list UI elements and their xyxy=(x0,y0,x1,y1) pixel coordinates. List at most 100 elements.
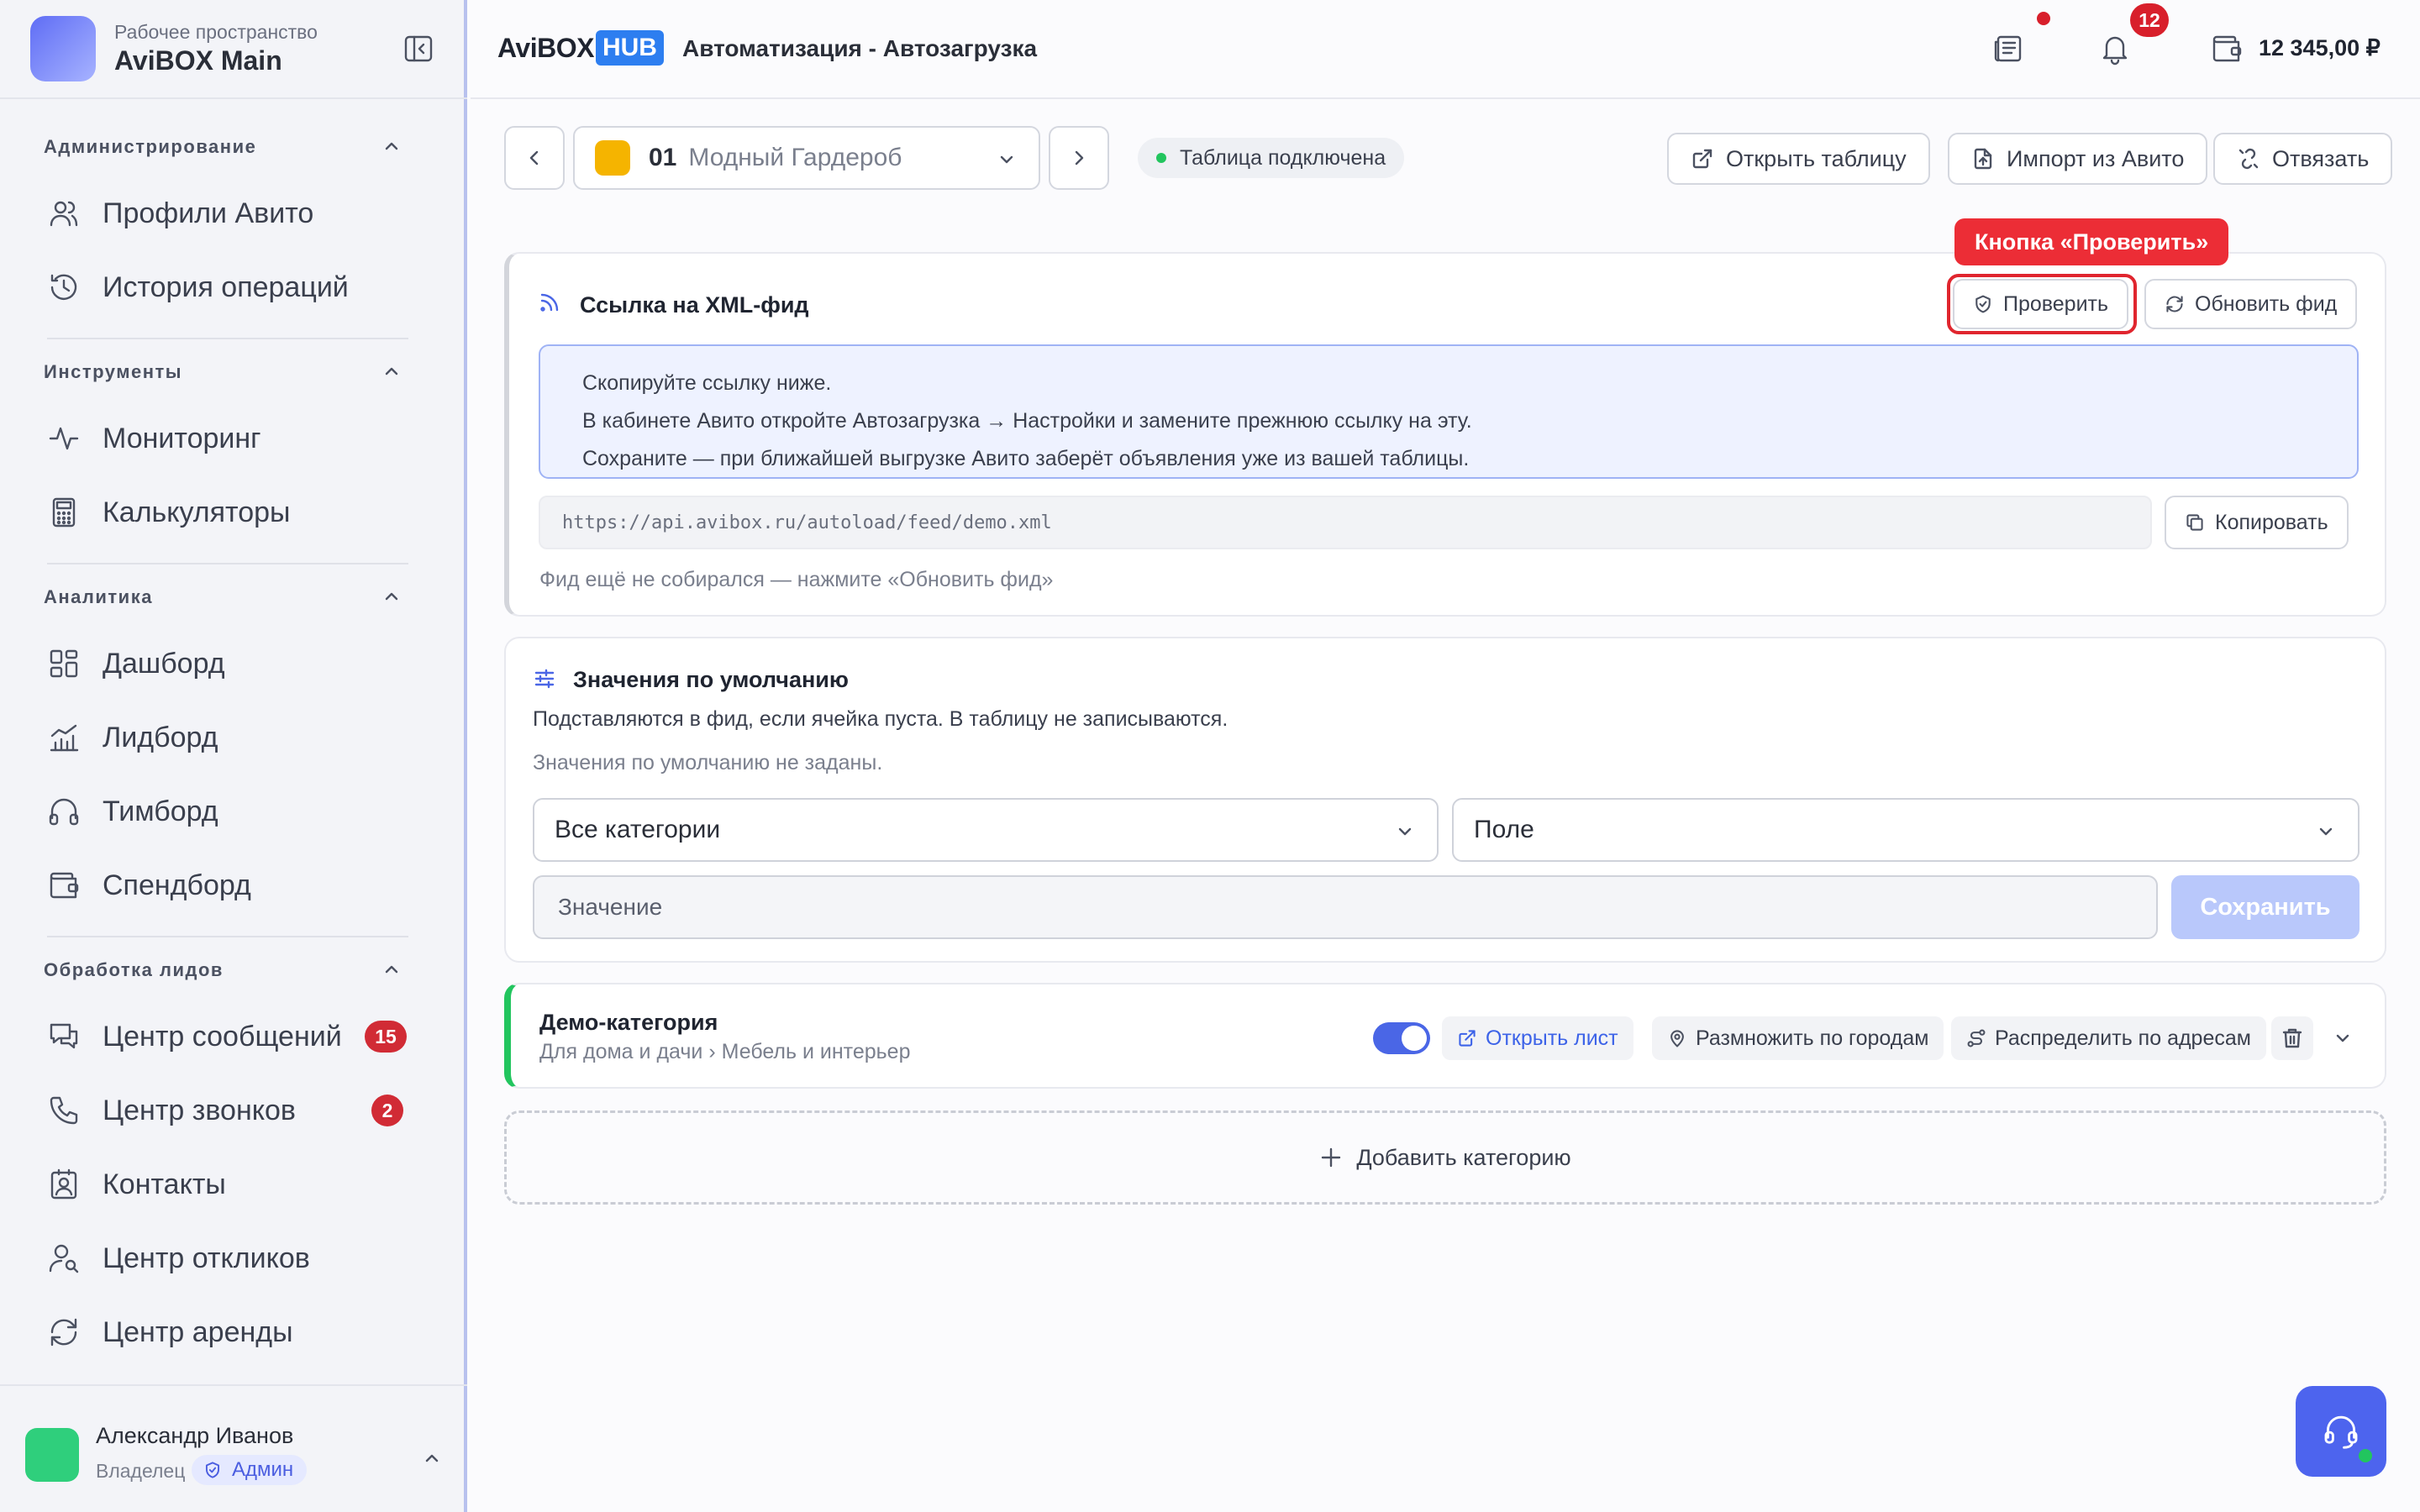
delete-category-button[interactable] xyxy=(2271,1016,2313,1060)
value-input[interactable]: Значение xyxy=(533,875,2158,939)
route-icon xyxy=(1967,1029,1986,1047)
admin-badge: Админ xyxy=(192,1455,308,1485)
chart-icon xyxy=(50,724,79,752)
sidebar-item-teamboard[interactable]: Тимборд xyxy=(47,785,408,838)
sidebar-item-calculators[interactable]: Калькуляторы xyxy=(47,486,408,539)
unlink-icon xyxy=(2238,148,2259,170)
open-table-button[interactable]: Открыть таблицу xyxy=(1667,133,1930,185)
rss-icon xyxy=(538,291,561,314)
calls-badge: 2 xyxy=(371,1095,403,1126)
refresh-icon xyxy=(50,1318,77,1347)
sidebar-item-leadboard[interactable]: Лидборд xyxy=(47,711,408,764)
chevron-down-icon[interactable] xyxy=(2331,1026,2354,1050)
save-button[interactable]: Сохранить xyxy=(2171,875,2360,939)
sidebar-item-responses[interactable]: Центр откликов xyxy=(47,1231,408,1285)
sidebar-collapse-icon[interactable] xyxy=(402,32,435,66)
chevron-up-icon[interactable] xyxy=(420,1446,444,1470)
headset-icon xyxy=(2324,1415,2358,1449)
section-title-tools: Инструменты xyxy=(44,361,183,382)
next-profile-button[interactable] xyxy=(1049,126,1109,190)
instruction-line: Скопируйте ссылку ниже. xyxy=(582,371,832,395)
sidebar-item-operations-history[interactable]: История операций xyxy=(47,260,408,314)
copy-icon xyxy=(2186,514,2203,531)
workspace-name: AviBOX Main xyxy=(114,45,282,76)
unlink-button[interactable]: Отвязать xyxy=(2213,133,2393,185)
user-profile[interactable]: Александр Иванов Владелец Админ xyxy=(0,1384,467,1512)
update-feed-button[interactable]: Обновить фид xyxy=(2144,279,2358,329)
user-search-icon xyxy=(49,1244,79,1273)
profile-color xyxy=(595,140,630,176)
workspace-subtitle: Рабочее пространство xyxy=(114,21,318,43)
section-title-admin: Администрирование xyxy=(44,136,257,157)
defaults-empty-text: Значения по умолчанию не заданы. xyxy=(533,751,883,774)
category-path: Для дома и дачи › Мебель и интерьер xyxy=(539,1040,911,1063)
sidebar-item-messages[interactable]: Центр сообщений xyxy=(47,1010,408,1063)
wallet-icon[interactable] xyxy=(2210,32,2244,66)
feed-status-text: Фид ещё не собирался — нажмите «Обновить… xyxy=(539,568,1054,591)
instructions-box: Скопируйте ссылку ниже. В кабинете Авито… xyxy=(539,344,2359,479)
sidebar-item-spendboard[interactable]: Спендборд xyxy=(47,858,408,912)
feed-url-field[interactable]: https://api.avibox.ru/autoload/feed/demo… xyxy=(539,496,2152,549)
sliders-icon xyxy=(533,667,556,690)
news-unread-dot xyxy=(2037,12,2050,25)
workspace-logo xyxy=(30,16,96,81)
shield-icon xyxy=(205,1462,220,1478)
messages-badge: 15 xyxy=(365,1021,407,1053)
instruction-line: В кабинете Авито откройте Автозагрузка →… xyxy=(582,409,1472,433)
chevron-down-icon xyxy=(995,148,1018,171)
instruction-line: Сохраните — при ближайшей выгрузке Авито… xyxy=(582,447,1470,470)
support-button[interactable] xyxy=(2296,1386,2386,1477)
bell-icon[interactable] xyxy=(2098,32,2132,66)
sidebar-item-avito-profiles[interactable]: Профили Авито xyxy=(47,186,408,240)
copy-button[interactable]: Копировать xyxy=(2165,496,2349,549)
import-avito-button[interactable]: Импорт из Авито xyxy=(1948,133,2208,185)
headphones-icon xyxy=(49,798,79,826)
messages-icon xyxy=(50,1023,78,1049)
sidebar-item-calls[interactable]: Центр звонков xyxy=(47,1084,408,1137)
profile-number: 01 xyxy=(649,144,677,171)
chevron-up-icon[interactable] xyxy=(380,360,403,383)
news-icon[interactable] xyxy=(1991,32,2025,66)
category-toggle[interactable] xyxy=(1373,1022,1430,1054)
sidebar-item-contacts[interactable]: Контакты xyxy=(47,1158,408,1211)
phone-icon xyxy=(50,1096,78,1125)
file-import-icon xyxy=(1974,148,1992,170)
sidebar-item-dashboard[interactable]: Дашборд xyxy=(47,637,408,690)
page-title: Автоматизация - Автозагрузка xyxy=(682,35,1038,61)
sidebar-item-monitoring[interactable]: Мониторинг xyxy=(47,412,408,465)
external-link-icon xyxy=(1459,1030,1476,1047)
user-role: Владелец xyxy=(96,1460,186,1482)
contacts-icon xyxy=(50,1168,77,1200)
category-title: Демо-категория xyxy=(539,1010,718,1035)
chevron-up-icon[interactable] xyxy=(380,134,403,158)
chevron-down-icon xyxy=(2314,820,2338,843)
brand-logo[interactable]: AviBOX HUB xyxy=(497,30,664,66)
avatar xyxy=(25,1428,79,1482)
balance[interactable]: 12 345,00 ₽ xyxy=(2259,35,2381,61)
notifications-badge: 12 xyxy=(2130,3,2169,37)
chevron-up-icon[interactable] xyxy=(380,585,403,608)
check-button[interactable]: Проверить xyxy=(1953,279,2129,329)
section-title-analytics: Аналитика xyxy=(44,586,153,607)
map-pin-icon xyxy=(1670,1030,1684,1047)
trash-icon xyxy=(2282,1028,2302,1048)
workspace-switcher[interactable]: Рабочее пространство AviBOX Main xyxy=(30,15,318,82)
defaults-title: Значения по умолчанию xyxy=(573,667,849,692)
prev-profile-button[interactable] xyxy=(504,126,565,190)
multiply-cities-button[interactable]: Размножить по городам xyxy=(1652,1016,1944,1060)
sidebar-item-rental[interactable]: Центр аренды xyxy=(47,1305,408,1359)
distribute-addresses-button[interactable]: Распределить по адресам xyxy=(1951,1016,2266,1060)
open-sheet-button[interactable]: Открыть лист xyxy=(1442,1016,1634,1060)
chevron-up-icon[interactable] xyxy=(380,958,403,981)
dashboard-icon xyxy=(50,649,78,678)
activity-icon xyxy=(49,427,79,450)
field-select[interactable]: Поле xyxy=(1452,798,2360,862)
add-category-button[interactable]: Добавить категорию xyxy=(504,1110,2386,1205)
sidebar: Рабочее пространство AviBOX Main Админис… xyxy=(0,0,467,1512)
check-button-callout: Кнопка «Проверить» xyxy=(1954,218,2229,265)
plus-icon xyxy=(1322,1147,1341,1168)
user-name: Александр Иванов xyxy=(96,1423,294,1448)
xml-feed-title: Ссылка на XML-фид xyxy=(580,292,809,318)
category-select[interactable]: Все категории xyxy=(533,798,1439,862)
profile-select[interactable]: 01 Модный Гардероб xyxy=(573,126,1040,190)
